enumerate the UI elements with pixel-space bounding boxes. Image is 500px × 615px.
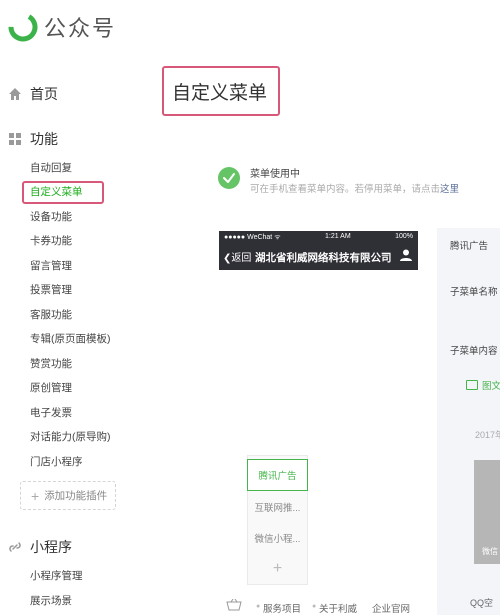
footer-link-services[interactable]: 服务项目	[263, 601, 301, 615]
sidebar-item-device[interactable]: 设备功能	[30, 208, 72, 226]
phone-carrier: ●●●●● WeChat ᯤ	[224, 234, 281, 241]
submenu-item-wechat-mini[interactable]: 微信小程...	[247, 522, 308, 554]
sidebar-item-store-mini[interactable]: 门店小程序	[30, 453, 83, 471]
submenu-item-internet[interactable]: 互联网推...	[247, 491, 308, 523]
add-plugin-label: 添加功能插件	[44, 490, 108, 502]
image-text-icon	[466, 380, 478, 390]
phone-status-bar: ●●●●● WeChat ᯤ 1:21 AM 100%	[219, 233, 418, 243]
user-icon	[400, 249, 412, 261]
sidebar-item-reward[interactable]: 赞赏功能	[30, 355, 72, 373]
phone-back-label: 返回	[231, 253, 252, 264]
grid-icon	[9, 133, 21, 145]
phone-preview-header: ●●●●● WeChat ᯤ 1:21 AM 100% ❮返回 湖北省利威网络科…	[219, 231, 418, 270]
link-icon	[9, 542, 21, 552]
footer-link-website[interactable]: 企业官网	[372, 601, 410, 615]
phone-account-title: 湖北省利威网络科技有限公司	[255, 252, 392, 264]
editor-submenu-name-label: 子菜单名称	[450, 287, 498, 298]
sidebar-item-invoice[interactable]: 电子发票	[30, 404, 72, 422]
editor-menu-name: 腾讯广告	[450, 241, 489, 252]
sidebar-item-vote[interactable]: 投票管理	[30, 281, 72, 299]
footer-link-about[interactable]: 关于利威	[319, 601, 357, 615]
sidebar-features[interactable]: 功能	[8, 127, 58, 151]
footer-dot-icon: ●	[312, 603, 317, 610]
tab-image-text[interactable]: 图文	[466, 378, 500, 392]
footer-qq[interactable]: QQ空	[470, 596, 493, 609]
article-cover-text: 微信	[482, 547, 498, 556]
plus-icon: +	[31, 487, 40, 504]
sidebar-item-mini-manage[interactable]: 小程序管理	[30, 567, 83, 585]
brand-name: 公众号	[44, 16, 117, 41]
sidebar-item-scenes[interactable]: 展示场景	[30, 592, 72, 610]
footer-dot-icon: ●	[256, 603, 261, 610]
status-title: 菜单使用中	[250, 169, 300, 180]
phone-back: ❮返回	[223, 249, 251, 264]
submenu-item-tencent-ads[interactable]: 腾讯广告	[247, 459, 308, 491]
sidebar-home[interactable]: 首页	[8, 82, 58, 106]
phone-battery: 100%	[395, 233, 413, 240]
sidebar-item-original[interactable]: 原创管理	[30, 379, 72, 397]
status-description: 可在手机查看菜单内容。若停用菜单，请点击这里	[250, 181, 459, 195]
editor-submenu-content-label: 子菜单内容	[450, 346, 498, 357]
check-icon	[218, 167, 240, 189]
status-desc-text: 可在手机查看菜单内容。若停用菜单，请点击	[250, 184, 441, 195]
wechat-logo-icon	[8, 12, 38, 42]
sidebar-item-dialogue[interactable]: 对话能力(原导购)	[30, 428, 111, 446]
sidebar-item-custom-menu[interactable]: 自定义菜单	[30, 183, 83, 201]
sidebar-features-label: 功能	[30, 131, 58, 147]
page-title: 自定义菜单	[172, 83, 268, 104]
sidebar-item-customer-service[interactable]: 客服功能	[30, 306, 72, 324]
sidebar-item-card[interactable]: 卡券功能	[30, 232, 72, 250]
sidebar-item-comments[interactable]: 留言管理	[30, 257, 72, 275]
add-plugin-button[interactable]: + 添加功能插件	[20, 481, 116, 510]
home-icon	[9, 88, 21, 100]
sidebar-item-album[interactable]: 专辑(原页面模板)	[30, 330, 111, 348]
sidebar-home-label: 首页	[30, 86, 58, 102]
add-submenu-button[interactable]: +	[247, 555, 308, 583]
article-date: 2017年	[475, 430, 500, 440]
phone-time: 1:21 AM	[325, 233, 351, 240]
sidebar-mini-program-label: 小程序	[30, 539, 72, 555]
stop-menu-link[interactable]: 这里	[440, 184, 459, 195]
sidebar-mini-program[interactable]: 小程序	[8, 535, 72, 559]
basket-icon	[226, 599, 242, 611]
sidebar-item-auto-reply[interactable]: 自动回复	[30, 159, 72, 177]
tab-image-text-label: 图文	[482, 381, 500, 392]
